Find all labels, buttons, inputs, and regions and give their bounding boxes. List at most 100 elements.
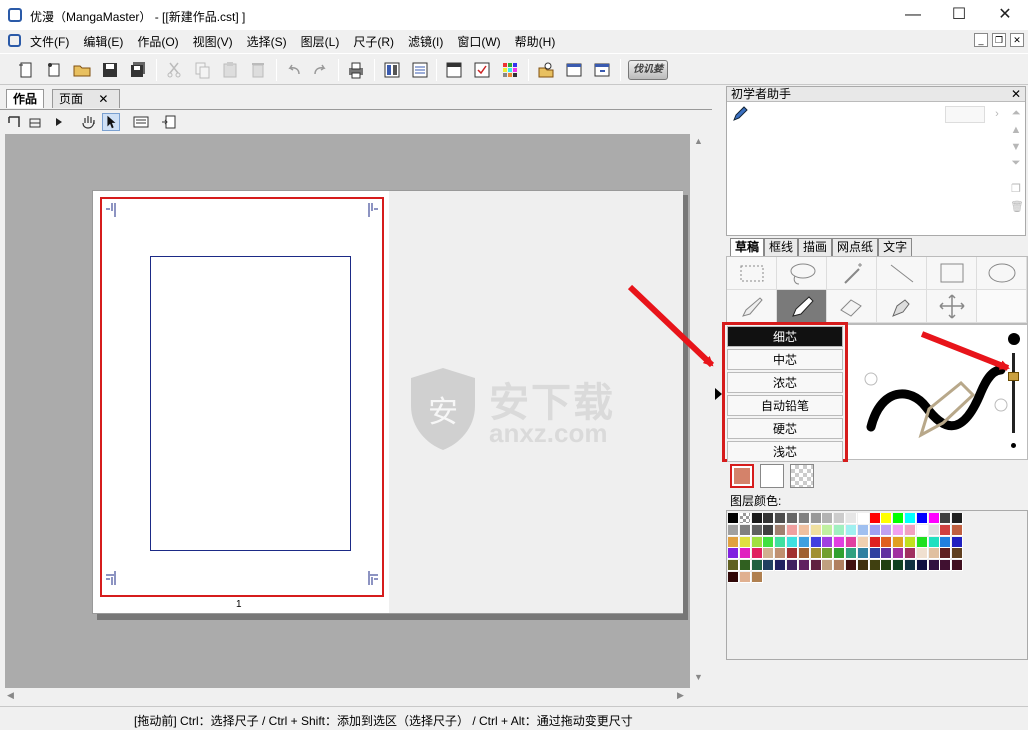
- palette-color[interactable]: [916, 536, 928, 548]
- document-icon[interactable]: [8, 34, 21, 47]
- palette-color[interactable]: [751, 548, 763, 560]
- palette-color[interactable]: [763, 524, 775, 536]
- brush-option-fine[interactable]: 细芯: [727, 326, 843, 347]
- palette-color[interactable]: [893, 513, 905, 524]
- move-tool-icon[interactable]: [927, 290, 977, 323]
- pen-tool-icon[interactable]: [877, 290, 927, 323]
- palette-color[interactable]: [739, 536, 751, 548]
- palette-color[interactable]: [822, 513, 834, 524]
- palette-color[interactable]: [952, 513, 964, 524]
- move-up-icon[interactable]: ▲: [1010, 124, 1022, 136]
- secondary-color-swatch[interactable]: [760, 464, 784, 488]
- palette-color[interactable]: [810, 524, 822, 536]
- save-icon[interactable]: [100, 60, 120, 80]
- palette-color[interactable]: [846, 536, 857, 548]
- palette-color[interactable]: [905, 560, 916, 572]
- palette-color[interactable]: [893, 548, 905, 560]
- window-icon[interactable]: [564, 60, 584, 80]
- eraser-tool-icon[interactable]: [827, 290, 877, 323]
- magic-wand-tool-icon[interactable]: [827, 257, 877, 290]
- maximize-button[interactable]: ☐: [936, 0, 982, 30]
- palette-color[interactable]: [751, 524, 763, 536]
- palette-color[interactable]: [857, 536, 869, 548]
- tab-draft[interactable]: 草稿: [730, 238, 765, 256]
- play-icon[interactable]: [50, 113, 68, 131]
- palette-color[interactable]: [893, 560, 905, 572]
- toolbar-logo-button[interactable]: 伐讥婪: [628, 60, 668, 80]
- menu-ruler[interactable]: 尺子(R): [353, 33, 394, 50]
- palette-color[interactable]: [787, 560, 798, 572]
- palette-color[interactable]: [881, 524, 893, 536]
- palette-color[interactable]: [905, 548, 916, 560]
- palette-color[interactable]: [893, 524, 905, 536]
- palette-color[interactable]: [834, 524, 846, 536]
- tab-work[interactable]: 作品: [6, 89, 45, 108]
- brush-tool-icon[interactable]: [727, 290, 777, 323]
- palette-color[interactable]: [905, 524, 916, 536]
- palette-color[interactable]: [952, 524, 964, 536]
- copy-setting-icon[interactable]: ❐: [1010, 183, 1022, 195]
- delete-icon[interactable]: [248, 60, 268, 80]
- canvas-area[interactable]: 1 安 安下载 anxz.com: [5, 134, 690, 688]
- close-button[interactable]: ✕: [982, 0, 1028, 30]
- palette-color[interactable]: [857, 548, 869, 560]
- mdi-restore-button[interactable]: ❐: [992, 33, 1006, 47]
- open-folder-icon[interactable]: [72, 60, 92, 80]
- palette-color[interactable]: [952, 536, 964, 548]
- palette-color[interactable]: [928, 548, 940, 560]
- palette-color[interactable]: [846, 548, 857, 560]
- palette-color[interactable]: [893, 536, 905, 548]
- page-list-icon[interactable]: [410, 60, 430, 80]
- palette-color[interactable]: [787, 536, 798, 548]
- helper-value-field[interactable]: [945, 106, 985, 123]
- palette-color[interactable]: [739, 572, 751, 583]
- mdi-minimize-button[interactable]: _: [974, 33, 988, 47]
- palette-color[interactable]: [834, 548, 846, 560]
- brush-option-light[interactable]: 浅芯: [727, 441, 843, 462]
- vertical-scrollbar[interactable]: ▲ ▼: [690, 134, 707, 688]
- transparent-color-swatch[interactable]: [790, 464, 814, 488]
- palette-color[interactable]: [810, 548, 822, 560]
- tab-page[interactable]: 页面 ✕: [52, 89, 120, 108]
- palette-color[interactable]: [775, 513, 787, 524]
- palette-color[interactable]: [763, 513, 775, 524]
- refresh-window-icon[interactable]: [592, 60, 612, 80]
- page-frame-icon[interactable]: [6, 113, 24, 131]
- fit-page-icon[interactable]: [26, 113, 44, 131]
- palette-color[interactable]: [751, 536, 763, 548]
- menu-help[interactable]: 帮助(H): [515, 33, 556, 50]
- new-page-icon[interactable]: [44, 60, 64, 80]
- helper-close-icon[interactable]: ✕: [1011, 87, 1021, 102]
- palette-color[interactable]: [940, 513, 952, 524]
- scroll-right-icon[interactable]: ▶: [677, 690, 684, 701]
- print-icon[interactable]: [346, 60, 366, 80]
- palette-color[interactable]: [775, 536, 787, 548]
- palette-color[interactable]: [728, 524, 739, 536]
- palette-color[interactable]: [928, 560, 940, 572]
- scroll-left-icon[interactable]: ◀: [7, 690, 14, 701]
- menu-select[interactable]: 选择(S): [247, 33, 287, 50]
- palette-color[interactable]: [846, 560, 857, 572]
- palette-color[interactable]: [952, 560, 964, 572]
- palette-color[interactable]: [798, 513, 810, 524]
- palette-color[interactable]: [775, 524, 787, 536]
- material-icon[interactable]: [536, 60, 556, 80]
- palette-color[interactable]: [822, 560, 834, 572]
- palette-color[interactable]: [869, 548, 881, 560]
- palette-color[interactable]: [798, 548, 810, 560]
- palette-color[interactable]: [739, 548, 751, 560]
- move-bottom-icon[interactable]: ⏷: [1010, 157, 1022, 169]
- palette-color[interactable]: [810, 536, 822, 548]
- palette-color[interactable]: [751, 560, 763, 572]
- paste-icon[interactable]: [220, 60, 240, 80]
- palette-color[interactable]: [787, 513, 798, 524]
- menu-filter[interactable]: 滤镜(I): [408, 33, 443, 50]
- palette-color[interactable]: [916, 548, 928, 560]
- palette-color[interactable]: [834, 513, 846, 524]
- palette-color[interactable]: [928, 513, 940, 524]
- layer-panel-icon[interactable]: [444, 60, 464, 80]
- rect-select-tool-icon[interactable]: [727, 257, 777, 290]
- copy-icon[interactable]: [192, 60, 212, 80]
- palette-color[interactable]: [928, 536, 940, 548]
- mdi-close-button[interactable]: ✕: [1010, 33, 1024, 47]
